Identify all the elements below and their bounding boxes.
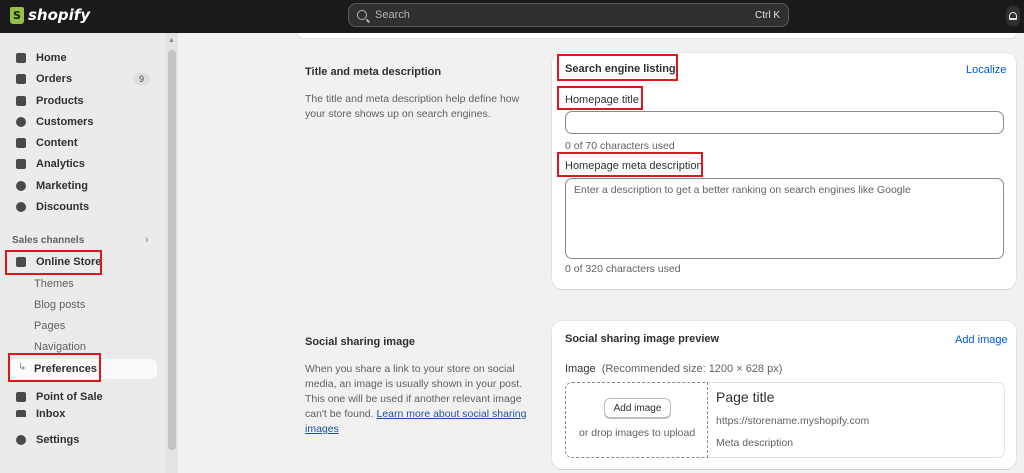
social-section-title: Social sharing image	[305, 336, 416, 348]
seo-section-title: Title and meta description	[305, 66, 442, 78]
homepage-title-char-count: 0 of 70 characters used	[565, 140, 675, 152]
shopify-logo[interactable]: shopify	[10, 6, 90, 24]
sidebar-item-label: Inbox	[36, 408, 66, 417]
meta-description-placeholder: Enter a description to get a better rank…	[574, 184, 911, 196]
add-image-button[interactable]: Add image	[604, 398, 671, 418]
sidebar-item-label: Content	[36, 137, 78, 149]
content-icon	[16, 138, 26, 148]
inbox-icon	[16, 410, 26, 417]
sidebar-item-settings[interactable]: Settings	[8, 430, 158, 450]
localize-link[interactable]: Localize	[966, 64, 1006, 76]
highlight-preferences	[8, 353, 101, 382]
sidebar-item-products[interactable]: Products	[8, 91, 158, 111]
logo-text: shopify	[28, 6, 91, 24]
orders-icon	[16, 74, 26, 84]
sidebar-item-label: Orders	[36, 73, 73, 85]
sidebar-scrollbar[interactable]	[168, 50, 176, 450]
highlight-online-store	[5, 250, 102, 275]
shopify-bag-icon	[10, 6, 24, 24]
products-tag-icon	[16, 96, 26, 106]
sidebar-item-point-of-sale[interactable]: Point of Sale	[8, 387, 158, 407]
sidebar-subitem-navigation[interactable]: Navigation	[34, 341, 86, 353]
sidebar-item-label: Customers	[36, 116, 94, 128]
customers-person-icon	[16, 117, 26, 127]
orders-count-badge: 9	[132, 73, 150, 85]
bell-icon	[1009, 12, 1017, 20]
discounts-gear-icon	[16, 202, 26, 212]
analytics-bars-icon	[16, 159, 26, 169]
sales-channels-heading: Sales channels	[12, 235, 85, 246]
image-label-text: Image	[565, 363, 596, 375]
sidebar-item-analytics[interactable]: Analytics	[8, 154, 158, 174]
image-size-hint: (Recommended size: 1200 × 628 px)	[601, 363, 783, 375]
notifications-button[interactable]	[1006, 6, 1020, 26]
scroll-up-icon[interactable]: ▲	[168, 37, 175, 44]
sidebar-subitem-blog-posts[interactable]: Blog posts	[34, 299, 85, 311]
image-dropzone[interactable]	[565, 382, 708, 458]
meta-description-char-count: 0 of 320 characters used	[565, 263, 681, 275]
seo-section-description: The title and meta description help defi…	[305, 93, 520, 120]
preview-url: https://storename.myshopify.com	[716, 415, 870, 427]
sidebar-item-inbox[interactable]: Inbox	[8, 408, 158, 417]
sidebar-subitem-pages[interactable]: Pages	[34, 320, 65, 332]
sidebar-item-content[interactable]: Content	[8, 133, 158, 153]
search-placeholder: Search	[375, 9, 410, 21]
sidebar-item-label: Home	[36, 52, 67, 64]
sidebar-item-label: Discounts	[36, 201, 90, 213]
sidebar-item-label: Marketing	[36, 180, 88, 192]
add-image-link[interactable]: Add image	[955, 334, 1008, 346]
homepage-title-input[interactable]	[565, 111, 1004, 134]
settings-gear-icon	[16, 435, 26, 445]
search-icon	[357, 10, 367, 20]
preview-page-title: Page title	[716, 389, 775, 405]
sidebar-subitem-themes[interactable]: Themes	[34, 278, 74, 290]
point-of-sale-icon	[16, 392, 26, 402]
previous-card-edge	[298, 33, 1016, 38]
search-bar[interactable]: Search Ctrl K	[348, 3, 789, 27]
drop-images-text: or drop images to upload	[579, 427, 696, 439]
highlight-search-engine-listing	[557, 54, 678, 81]
chevron-right-icon[interactable]: ›	[145, 234, 149, 246]
search-shortcut: Ctrl K	[755, 9, 780, 21]
social-preview-heading: Social sharing image preview	[565, 333, 720, 345]
sidebar-item-customers[interactable]: Customers	[8, 112, 158, 132]
sidebar-item-marketing[interactable]: Marketing	[8, 176, 158, 196]
home-icon	[16, 53, 26, 63]
sidebar-item-label: Products	[36, 95, 84, 107]
top-bar: shopify Search Ctrl K	[0, 0, 1024, 33]
highlight-homepage-meta-description	[557, 152, 703, 177]
marketing-target-icon	[16, 181, 26, 191]
sidebar-item-discounts[interactable]: Discounts	[8, 197, 158, 217]
sidebar-item-label: Analytics	[36, 158, 85, 170]
sidebar-item-orders[interactable]: Orders 9	[8, 69, 158, 89]
sidebar-item-label: Settings	[36, 434, 80, 446]
image-label: Image (Recommended size: 1200 × 628 px)	[565, 363, 782, 375]
preview-meta-description: Meta description	[716, 437, 794, 449]
sidebar-item-label: Point of Sale	[36, 391, 103, 403]
sidebar-item-home[interactable]: Home	[8, 48, 158, 68]
social-section-description: When you share a link to your store on s…	[305, 362, 530, 437]
highlight-homepage-title	[557, 86, 643, 110]
